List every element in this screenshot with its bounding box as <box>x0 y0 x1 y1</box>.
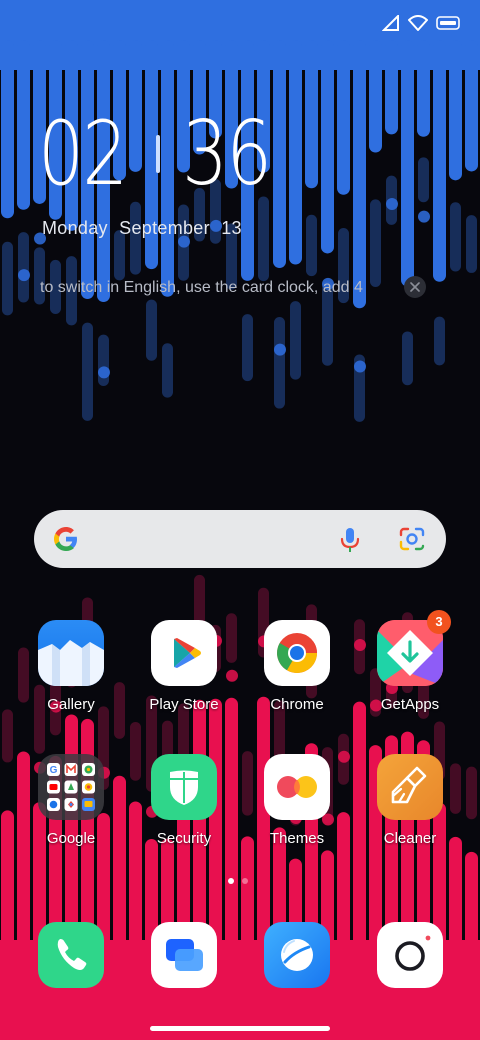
clock-minutes: 36 <box>182 102 272 205</box>
microphone-icon[interactable] <box>338 526 362 554</box>
app-label: Security <box>156 830 212 847</box>
page-dot-active <box>228 878 234 884</box>
google-folder-icon: G <box>38 754 104 820</box>
app-play-store[interactable]: Play Store <box>134 620 234 713</box>
messages-icon <box>151 922 217 988</box>
date-month: September <box>119 218 210 238</box>
gallery-icon <box>38 620 104 686</box>
date-day: 13 <box>221 218 242 238</box>
google-logo-icon[interactable] <box>50 523 82 555</box>
browser-icon <box>264 922 330 988</box>
close-icon <box>410 282 420 292</box>
app-label: GetApps <box>380 696 440 713</box>
camera-icon <box>377 922 443 988</box>
battery-icon <box>436 16 460 30</box>
page-indicator <box>228 878 248 884</box>
google-search-bar[interactable] <box>34 510 446 568</box>
phone-icon <box>38 922 104 988</box>
security-shield-icon <box>151 754 217 820</box>
date-line: Monday September 13 <box>42 218 248 239</box>
app-cleaner[interactable]: Cleaner <box>360 754 460 847</box>
page-dot <box>242 878 248 884</box>
cleaner-brush-icon <box>377 754 443 820</box>
clock-separator <box>156 135 160 173</box>
notification-badge: 3 <box>427 610 451 634</box>
app-themes[interactable]: Themes <box>247 754 347 847</box>
clock-hours: 02 <box>38 102 128 205</box>
app-label: Themes <box>269 830 325 847</box>
app-gallery[interactable]: Gallery <box>21 620 121 713</box>
folder-google[interactable]: G Google <box>21 754 121 847</box>
app-getapps[interactable]: 3 GetApps <box>360 610 460 713</box>
app-label: Chrome <box>270 696 324 713</box>
lockscreen-note: to switch in English, use the card clock… <box>40 279 363 296</box>
dock-phone[interactable] <box>21 922 121 988</box>
status-bar <box>382 12 460 34</box>
app-label: Gallery <box>47 696 95 713</box>
lockscreen-clock[interactable]: 02 36 <box>38 110 290 198</box>
play-store-icon <box>151 620 217 686</box>
date-weekday: Monday <box>42 218 108 238</box>
cellular-icon <box>382 15 399 31</box>
dock-browser[interactable] <box>247 922 347 988</box>
chrome-icon <box>264 620 330 686</box>
wifi-icon <box>408 15 428 31</box>
app-security[interactable]: Security <box>134 754 234 847</box>
svg-text:G: G <box>50 765 58 776</box>
google-lens-icon[interactable] <box>398 526 426 552</box>
app-chrome[interactable]: Chrome <box>247 620 347 713</box>
app-label: Play Store <box>149 696 219 713</box>
themes-icon <box>264 754 330 820</box>
app-label: Cleaner <box>383 830 437 847</box>
app-label: Google <box>46 830 96 847</box>
close-note-button[interactable] <box>404 276 426 298</box>
home-gesture-bar[interactable] <box>150 1026 330 1031</box>
dock-camera[interactable] <box>360 922 460 988</box>
dock-messages[interactable] <box>134 922 234 988</box>
